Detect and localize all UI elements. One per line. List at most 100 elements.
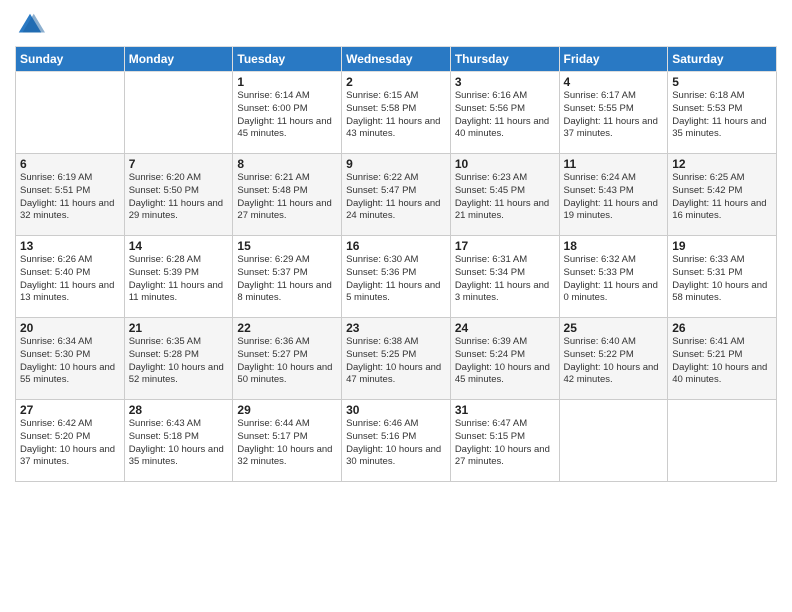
day-info: Sunrise: 6:43 AMSunset: 5:18 PMDaylight:… bbox=[129, 418, 229, 469]
page: SundayMondayTuesdayWednesdayThursdayFrid… bbox=[0, 0, 792, 612]
calendar-cell: 9Sunrise: 6:22 AMSunset: 5:47 PMDaylight… bbox=[342, 154, 451, 236]
day-number: 23 bbox=[346, 321, 446, 335]
calendar: SundayMondayTuesdayWednesdayThursdayFrid… bbox=[15, 46, 777, 482]
calendar-week-row: 13Sunrise: 6:26 AMSunset: 5:40 PMDayligh… bbox=[16, 236, 777, 318]
day-info: Sunrise: 6:24 AMSunset: 5:43 PMDaylight:… bbox=[564, 172, 664, 223]
weekday-header: Saturday bbox=[668, 47, 777, 72]
weekday-header: Wednesday bbox=[342, 47, 451, 72]
calendar-cell: 28Sunrise: 6:43 AMSunset: 5:18 PMDayligh… bbox=[124, 400, 233, 482]
day-number: 9 bbox=[346, 157, 446, 171]
day-number: 17 bbox=[455, 239, 555, 253]
calendar-cell: 2Sunrise: 6:15 AMSunset: 5:58 PMDaylight… bbox=[342, 72, 451, 154]
weekday-header: Thursday bbox=[450, 47, 559, 72]
day-number: 22 bbox=[237, 321, 337, 335]
day-number: 16 bbox=[346, 239, 446, 253]
day-info: Sunrise: 6:32 AMSunset: 5:33 PMDaylight:… bbox=[564, 254, 664, 305]
day-number: 7 bbox=[129, 157, 229, 171]
day-info: Sunrise: 6:20 AMSunset: 5:50 PMDaylight:… bbox=[129, 172, 229, 223]
calendar-cell: 26Sunrise: 6:41 AMSunset: 5:21 PMDayligh… bbox=[668, 318, 777, 400]
day-info: Sunrise: 6:39 AMSunset: 5:24 PMDaylight:… bbox=[455, 336, 555, 387]
calendar-cell: 14Sunrise: 6:28 AMSunset: 5:39 PMDayligh… bbox=[124, 236, 233, 318]
day-info: Sunrise: 6:35 AMSunset: 5:28 PMDaylight:… bbox=[129, 336, 229, 387]
day-info: Sunrise: 6:38 AMSunset: 5:25 PMDaylight:… bbox=[346, 336, 446, 387]
day-number: 18 bbox=[564, 239, 664, 253]
day-info: Sunrise: 6:28 AMSunset: 5:39 PMDaylight:… bbox=[129, 254, 229, 305]
day-number: 27 bbox=[20, 403, 120, 417]
day-info: Sunrise: 6:26 AMSunset: 5:40 PMDaylight:… bbox=[20, 254, 120, 305]
calendar-cell: 13Sunrise: 6:26 AMSunset: 5:40 PMDayligh… bbox=[16, 236, 125, 318]
day-info: Sunrise: 6:16 AMSunset: 5:56 PMDaylight:… bbox=[455, 90, 555, 141]
day-info: Sunrise: 6:41 AMSunset: 5:21 PMDaylight:… bbox=[672, 336, 772, 387]
calendar-cell: 1Sunrise: 6:14 AMSunset: 6:00 PMDaylight… bbox=[233, 72, 342, 154]
day-number: 13 bbox=[20, 239, 120, 253]
day-number: 3 bbox=[455, 75, 555, 89]
calendar-cell bbox=[559, 400, 668, 482]
calendar-week-row: 27Sunrise: 6:42 AMSunset: 5:20 PMDayligh… bbox=[16, 400, 777, 482]
day-number: 15 bbox=[237, 239, 337, 253]
day-number: 24 bbox=[455, 321, 555, 335]
day-number: 11 bbox=[564, 157, 664, 171]
weekday-header: Friday bbox=[559, 47, 668, 72]
day-number: 30 bbox=[346, 403, 446, 417]
day-number: 31 bbox=[455, 403, 555, 417]
calendar-cell: 3Sunrise: 6:16 AMSunset: 5:56 PMDaylight… bbox=[450, 72, 559, 154]
calendar-cell: 4Sunrise: 6:17 AMSunset: 5:55 PMDaylight… bbox=[559, 72, 668, 154]
logo-icon bbox=[15, 10, 45, 40]
header bbox=[15, 10, 777, 40]
calendar-cell: 7Sunrise: 6:20 AMSunset: 5:50 PMDaylight… bbox=[124, 154, 233, 236]
calendar-cell: 6Sunrise: 6:19 AMSunset: 5:51 PMDaylight… bbox=[16, 154, 125, 236]
day-number: 10 bbox=[455, 157, 555, 171]
calendar-cell: 25Sunrise: 6:40 AMSunset: 5:22 PMDayligh… bbox=[559, 318, 668, 400]
calendar-cell: 5Sunrise: 6:18 AMSunset: 5:53 PMDaylight… bbox=[668, 72, 777, 154]
calendar-cell: 19Sunrise: 6:33 AMSunset: 5:31 PMDayligh… bbox=[668, 236, 777, 318]
calendar-cell: 17Sunrise: 6:31 AMSunset: 5:34 PMDayligh… bbox=[450, 236, 559, 318]
calendar-cell: 27Sunrise: 6:42 AMSunset: 5:20 PMDayligh… bbox=[16, 400, 125, 482]
calendar-week-row: 20Sunrise: 6:34 AMSunset: 5:30 PMDayligh… bbox=[16, 318, 777, 400]
day-number: 28 bbox=[129, 403, 229, 417]
weekday-header: Tuesday bbox=[233, 47, 342, 72]
calendar-cell: 10Sunrise: 6:23 AMSunset: 5:45 PMDayligh… bbox=[450, 154, 559, 236]
day-number: 6 bbox=[20, 157, 120, 171]
calendar-cell: 21Sunrise: 6:35 AMSunset: 5:28 PMDayligh… bbox=[124, 318, 233, 400]
day-number: 26 bbox=[672, 321, 772, 335]
day-info: Sunrise: 6:47 AMSunset: 5:15 PMDaylight:… bbox=[455, 418, 555, 469]
calendar-cell: 18Sunrise: 6:32 AMSunset: 5:33 PMDayligh… bbox=[559, 236, 668, 318]
calendar-cell: 11Sunrise: 6:24 AMSunset: 5:43 PMDayligh… bbox=[559, 154, 668, 236]
day-number: 2 bbox=[346, 75, 446, 89]
day-info: Sunrise: 6:31 AMSunset: 5:34 PMDaylight:… bbox=[455, 254, 555, 305]
day-info: Sunrise: 6:34 AMSunset: 5:30 PMDaylight:… bbox=[20, 336, 120, 387]
day-info: Sunrise: 6:17 AMSunset: 5:55 PMDaylight:… bbox=[564, 90, 664, 141]
day-info: Sunrise: 6:22 AMSunset: 5:47 PMDaylight:… bbox=[346, 172, 446, 223]
day-info: Sunrise: 6:18 AMSunset: 5:53 PMDaylight:… bbox=[672, 90, 772, 141]
day-info: Sunrise: 6:29 AMSunset: 5:37 PMDaylight:… bbox=[237, 254, 337, 305]
calendar-cell: 16Sunrise: 6:30 AMSunset: 5:36 PMDayligh… bbox=[342, 236, 451, 318]
day-number: 14 bbox=[129, 239, 229, 253]
day-info: Sunrise: 6:30 AMSunset: 5:36 PMDaylight:… bbox=[346, 254, 446, 305]
calendar-cell: 15Sunrise: 6:29 AMSunset: 5:37 PMDayligh… bbox=[233, 236, 342, 318]
calendar-week-row: 6Sunrise: 6:19 AMSunset: 5:51 PMDaylight… bbox=[16, 154, 777, 236]
calendar-cell: 22Sunrise: 6:36 AMSunset: 5:27 PMDayligh… bbox=[233, 318, 342, 400]
calendar-header-row: SundayMondayTuesdayWednesdayThursdayFrid… bbox=[16, 47, 777, 72]
day-number: 5 bbox=[672, 75, 772, 89]
calendar-cell bbox=[668, 400, 777, 482]
weekday-header: Sunday bbox=[16, 47, 125, 72]
weekday-header: Monday bbox=[124, 47, 233, 72]
day-info: Sunrise: 6:15 AMSunset: 5:58 PMDaylight:… bbox=[346, 90, 446, 141]
day-info: Sunrise: 6:40 AMSunset: 5:22 PMDaylight:… bbox=[564, 336, 664, 387]
day-info: Sunrise: 6:36 AMSunset: 5:27 PMDaylight:… bbox=[237, 336, 337, 387]
day-number: 20 bbox=[20, 321, 120, 335]
logo bbox=[15, 10, 49, 40]
calendar-cell: 24Sunrise: 6:39 AMSunset: 5:24 PMDayligh… bbox=[450, 318, 559, 400]
day-info: Sunrise: 6:46 AMSunset: 5:16 PMDaylight:… bbox=[346, 418, 446, 469]
day-info: Sunrise: 6:14 AMSunset: 6:00 PMDaylight:… bbox=[237, 90, 337, 141]
calendar-cell: 8Sunrise: 6:21 AMSunset: 5:48 PMDaylight… bbox=[233, 154, 342, 236]
day-number: 4 bbox=[564, 75, 664, 89]
calendar-cell: 29Sunrise: 6:44 AMSunset: 5:17 PMDayligh… bbox=[233, 400, 342, 482]
day-info: Sunrise: 6:23 AMSunset: 5:45 PMDaylight:… bbox=[455, 172, 555, 223]
day-info: Sunrise: 6:42 AMSunset: 5:20 PMDaylight:… bbox=[20, 418, 120, 469]
calendar-cell: 31Sunrise: 6:47 AMSunset: 5:15 PMDayligh… bbox=[450, 400, 559, 482]
calendar-cell: 20Sunrise: 6:34 AMSunset: 5:30 PMDayligh… bbox=[16, 318, 125, 400]
day-info: Sunrise: 6:19 AMSunset: 5:51 PMDaylight:… bbox=[20, 172, 120, 223]
day-number: 25 bbox=[564, 321, 664, 335]
calendar-cell: 23Sunrise: 6:38 AMSunset: 5:25 PMDayligh… bbox=[342, 318, 451, 400]
